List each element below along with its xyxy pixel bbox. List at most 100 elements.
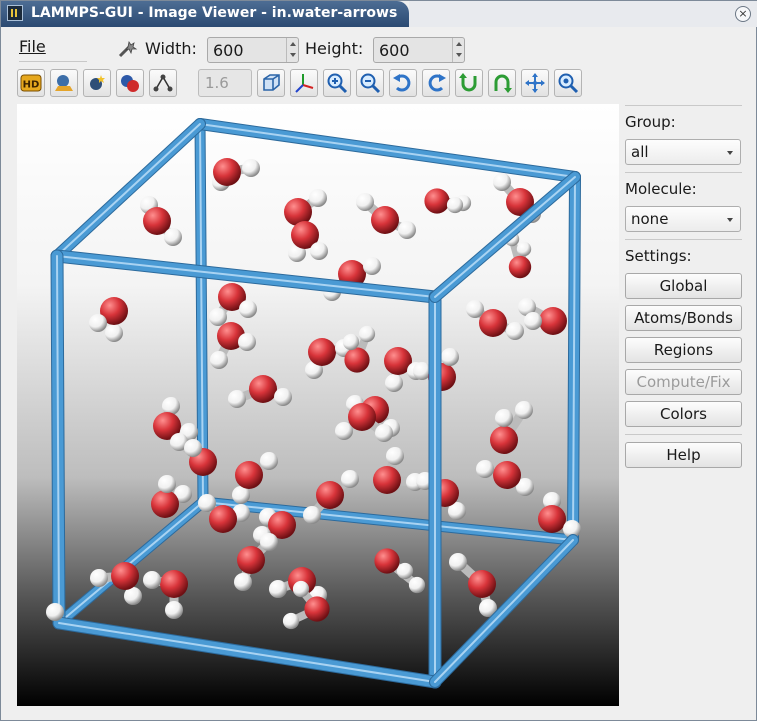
width-label: Width:: [145, 39, 197, 58]
special-button[interactable]: [83, 69, 111, 97]
oxygen-atom: [160, 570, 188, 598]
oxygen-atom: [493, 461, 521, 489]
hydrogen-atom: [506, 322, 524, 340]
box-edge-highlight: [58, 622, 436, 683]
title-tab: LAMMPS-GUI - Image Viewer - in.water-arr…: [1, 1, 409, 27]
hydrogen-atom: [269, 580, 287, 598]
height-value: 600: [379, 41, 410, 60]
rotate-right-button[interactable]: [422, 69, 450, 97]
hydrogen-atom: [466, 300, 484, 318]
zoom-out-button[interactable]: [356, 69, 384, 97]
oxygen-atom: [308, 338, 336, 366]
image-viewer-window: LAMMPS-GUI - Image Viewer - in.water-arr…: [0, 0, 757, 721]
hydrogen-atom: [441, 348, 459, 366]
hydrogen-atom: [105, 324, 123, 342]
title-bar: LAMMPS-GUI - Image Viewer - in.water-arr…: [1, 1, 757, 27]
hydrogen-atom: [164, 228, 182, 246]
menu-file[interactable]: File: [19, 37, 46, 56]
rotate-up-button[interactable]: [455, 69, 483, 97]
molecule-combobox[interactable]: none: [625, 206, 741, 232]
settings-label: Settings:: [625, 247, 692, 265]
box-edge-highlight: [58, 501, 204, 624]
box-edge-highlight: [434, 176, 576, 298]
oxygen-atom: [235, 461, 263, 489]
image-settings-icon: [118, 40, 138, 58]
hydrogen-atom: [310, 242, 328, 260]
bond-cutoff-field[interactable]: 1.6: [198, 69, 252, 97]
height-spin-arrows[interactable]: [452, 38, 464, 62]
colors-button[interactable]: Colors: [625, 401, 742, 427]
hydrogen-atom: [335, 422, 353, 440]
axes-icon: [295, 74, 314, 93]
hydrogen-atom: [46, 603, 64, 621]
bonds-icon: [153, 74, 173, 92]
shiny-button[interactable]: [50, 69, 78, 97]
width-value: 600: [213, 41, 244, 60]
global-button[interactable]: Global: [625, 273, 742, 299]
hydrogen-atom: [239, 300, 257, 318]
svg-text:HD: HD: [23, 80, 40, 91]
width-spinbox[interactable]: 600: [207, 37, 299, 63]
recenter-icon: [525, 73, 545, 93]
width-spin-arrows[interactable]: [286, 38, 298, 62]
hydrogen-atom: [282, 612, 300, 630]
oxygen-atom: [424, 188, 450, 214]
bonds-button[interactable]: [149, 69, 177, 97]
oxygen-atom: [371, 206, 399, 234]
regions-button[interactable]: Regions: [625, 337, 742, 363]
hydrogen-atom: [309, 189, 327, 207]
vdw-spheres-icon: [121, 75, 139, 92]
oxygen-atom: [151, 490, 179, 518]
hydrogen-atom: [516, 241, 532, 257]
shiny-spheres-icon: [55, 75, 73, 91]
compute-fix-button[interactable]: Compute/Fix: [625, 369, 742, 395]
hydrogen-atom: [375, 424, 393, 442]
hydrogen-atom: [210, 351, 228, 369]
rotate-left-button[interactable]: [389, 69, 417, 97]
hydrogen-atom: [260, 533, 278, 551]
vdw-button[interactable]: [116, 69, 144, 97]
height-label: Height:: [305, 39, 364, 58]
help-button[interactable]: Help: [625, 442, 742, 468]
reset-view-icon: [558, 73, 579, 94]
recenter-button[interactable]: [521, 69, 549, 97]
hydrogen-atom: [356, 193, 374, 211]
hydrogen-atom: [408, 576, 426, 594]
height-spinbox[interactable]: 600: [373, 37, 465, 63]
close-button[interactable]: ×: [735, 6, 751, 22]
hydrogen-atom: [143, 571, 161, 589]
hd-icon: HD: [20, 74, 42, 92]
oxygen-atom: [348, 403, 376, 431]
oxygen-atom: [111, 562, 139, 590]
hydrogen-atom: [495, 409, 513, 427]
special-icon: [90, 75, 105, 90]
hydrogen-atom: [198, 494, 216, 512]
hydrogen-atom: [184, 439, 202, 457]
hydrogen-atom: [158, 475, 176, 493]
hydrogen-atom: [274, 388, 292, 406]
hydrogen-atom: [303, 506, 321, 524]
hydrogen-atom: [292, 580, 310, 598]
hydrogen-atom: [260, 452, 278, 470]
hydrogen-atom: [386, 447, 404, 465]
axes-button[interactable]: [290, 69, 318, 97]
zoom-in-icon: [327, 73, 348, 94]
oxygen-atom: [213, 158, 241, 186]
box-button[interactable]: [257, 69, 285, 97]
rotate-right-icon: [428, 74, 446, 92]
hd-button[interactable]: HD: [17, 69, 45, 97]
oxygen-atom: [508, 255, 532, 279]
hydrogen-atom: [238, 333, 256, 351]
hydrogen-atom: [341, 470, 359, 488]
rotate-down-button[interactable]: [488, 69, 516, 97]
rotate-down-icon: [494, 74, 512, 93]
image-viewport[interactable]: [17, 104, 619, 706]
oxygen-atom: [344, 347, 370, 373]
hydrogen-atom: [449, 553, 467, 571]
zoom-in-button[interactable]: [323, 69, 351, 97]
atoms-bonds-button[interactable]: Atoms/Bonds: [625, 305, 742, 331]
oxygen-atom: [237, 546, 265, 574]
reset-view-button[interactable]: [554, 69, 582, 97]
rotate-up-icon: [459, 73, 477, 92]
group-combobox[interactable]: all: [625, 139, 741, 165]
